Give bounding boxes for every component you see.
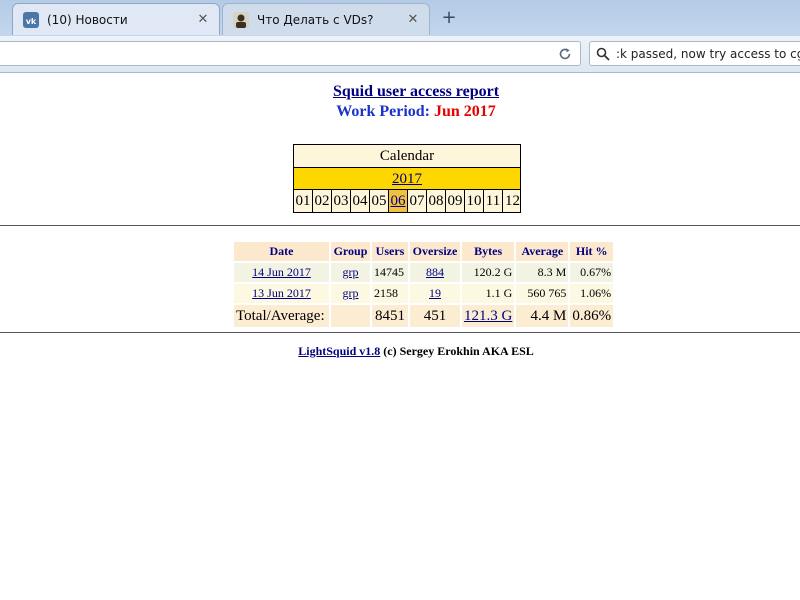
calendar-month-11[interactable]: 11 [484, 190, 503, 212]
calendar-month-07[interactable]: 07 [408, 190, 427, 212]
group-cell: grp [331, 263, 370, 282]
hit-cell: 0.67% [570, 263, 614, 282]
close-icon[interactable]: ✕ [195, 12, 211, 27]
total-oversize-cell: 451 [410, 305, 460, 327]
oversize-cell: 884 [410, 263, 460, 282]
work-period-value: Jun 2017 [433, 103, 496, 120]
calendar-months: 01 02 03 04 05 06 07 08 09 10 11 12 [294, 190, 520, 212]
user-avatar-icon [233, 11, 249, 28]
tab-strip: vk (10) Новости ✕ Что Делать с VDs? ✕ + [0, 0, 800, 36]
calendar-month-08[interactable]: 08 [427, 190, 446, 212]
calendar-month-10[interactable]: 10 [465, 190, 484, 212]
calendar-month-03[interactable]: 03 [332, 190, 351, 212]
report-title-link[interactable]: Squid user access report [333, 83, 499, 100]
browser-chrome: vk (10) Новости ✕ Что Делать с VDs? ✕ + [0, 0, 800, 73]
date-link[interactable]: 13 Jun 2017 [252, 286, 311, 300]
calendar-month-02[interactable]: 02 [313, 190, 332, 212]
column-header-bytes: Bytes [462, 242, 515, 261]
date-cell: 13 Jun 2017 [234, 284, 329, 303]
calendar-month-04[interactable]: 04 [351, 190, 370, 212]
table-row: 14 Jun 2017 grp 14745 884 120.2 G 8.3 M … [234, 263, 614, 282]
search-text: :k passed, now try access to cgi part [616, 46, 800, 61]
table-header-row: Date Group Users Oversize Bytes Average … [234, 242, 614, 261]
column-header-date: Date [234, 242, 329, 261]
users-cell: 2158 [372, 284, 408, 303]
tab-news[interactable]: vk (10) Новости ✕ [12, 3, 220, 35]
search-input[interactable]: :k passed, now try access to cgi part [589, 41, 800, 66]
calendar-month-12[interactable]: 12 [503, 190, 522, 212]
page-content: Squid user access report Work Period: Ju… [0, 74, 800, 600]
total-group-cell [331, 305, 370, 327]
calendar: Calendar 2017 01 02 03 04 05 06 07 08 09 10 11 12 [293, 144, 521, 213]
calendar-year-link[interactable]: 2017 [392, 171, 422, 187]
bytes-cell: 120.2 G [462, 263, 515, 282]
total-average-cell: 4.4 M [516, 305, 569, 327]
oversize-link[interactable]: 19 [429, 286, 441, 300]
footer: LightSquid v1.8 (c) Sergey Erokhin AKA E… [0, 344, 800, 359]
nav-bar: :k passed, now try access to cgi part [0, 36, 800, 73]
tab-title: Что Делать с VDs? [257, 12, 374, 27]
tab-title: (10) Новости [47, 12, 128, 27]
total-users-cell: 8451 [372, 305, 408, 327]
group-link[interactable]: grp [343, 265, 359, 279]
group-cell: grp [331, 284, 370, 303]
hit-cell: 1.06% [570, 284, 614, 303]
bytes-cell: 1.1 G [462, 284, 515, 303]
column-header-group: Group [331, 242, 370, 261]
calendar-month-05[interactable]: 05 [370, 190, 389, 212]
calendar-month-01[interactable]: 01 [294, 190, 313, 212]
work-period-label: Work Period: [336, 103, 430, 120]
work-period: Work Period: Jun 2017 [0, 103, 800, 121]
calendar-month-09[interactable]: 09 [446, 190, 465, 212]
tab-vds[interactable]: Что Делать с VDs? ✕ [222, 3, 430, 35]
column-header-oversize: Oversize [410, 242, 460, 261]
table-row: 13 Jun 2017 grp 2158 19 1.1 G 560 765 1.… [234, 284, 614, 303]
footer-copyright: (c) Sergey Erokhin AKA ESL [380, 344, 534, 358]
vk-logo-icon: vk [23, 11, 39, 28]
svg-text:vk: vk [26, 17, 37, 26]
date-link[interactable]: 14 Jun 2017 [252, 265, 311, 279]
column-header-hit: Hit % [570, 242, 614, 261]
address-bar[interactable] [0, 41, 581, 66]
total-hit-cell: 0.86% [570, 305, 614, 327]
new-tab-button[interactable]: + [438, 8, 460, 30]
calendar-month-06[interactable]: 06 [389, 190, 408, 212]
access-stats-table: Date Group Users Oversize Bytes Average … [232, 240, 615, 329]
group-link[interactable]: grp [343, 286, 359, 300]
total-row: Total/Average: 8451 451 121.3 G 4.4 M 0.… [234, 305, 614, 327]
date-cell: 14 Jun 2017 [234, 263, 329, 282]
users-cell: 14745 [372, 263, 408, 282]
column-header-users: Users [372, 242, 408, 261]
oversize-cell: 19 [410, 284, 460, 303]
total-label: Total/Average: [234, 305, 329, 327]
average-cell: 8.3 M [516, 263, 569, 282]
calendar-year: 2017 [294, 168, 520, 190]
divider [0, 225, 800, 226]
reload-icon[interactable] [556, 45, 574, 63]
calendar-header: Calendar [294, 145, 520, 168]
column-header-average: Average [516, 242, 569, 261]
close-icon[interactable]: ✕ [405, 12, 421, 27]
divider [0, 332, 800, 333]
average-cell: 560 765 [516, 284, 569, 303]
total-bytes-cell: 121.3 G [462, 305, 515, 327]
oversize-link[interactable]: 884 [426, 265, 444, 279]
lightsquid-link[interactable]: LightSquid v1.8 [298, 344, 380, 358]
total-bytes-link[interactable]: 121.3 G [464, 308, 512, 324]
search-icon [595, 46, 611, 62]
page-title: Squid user access report [0, 83, 800, 101]
